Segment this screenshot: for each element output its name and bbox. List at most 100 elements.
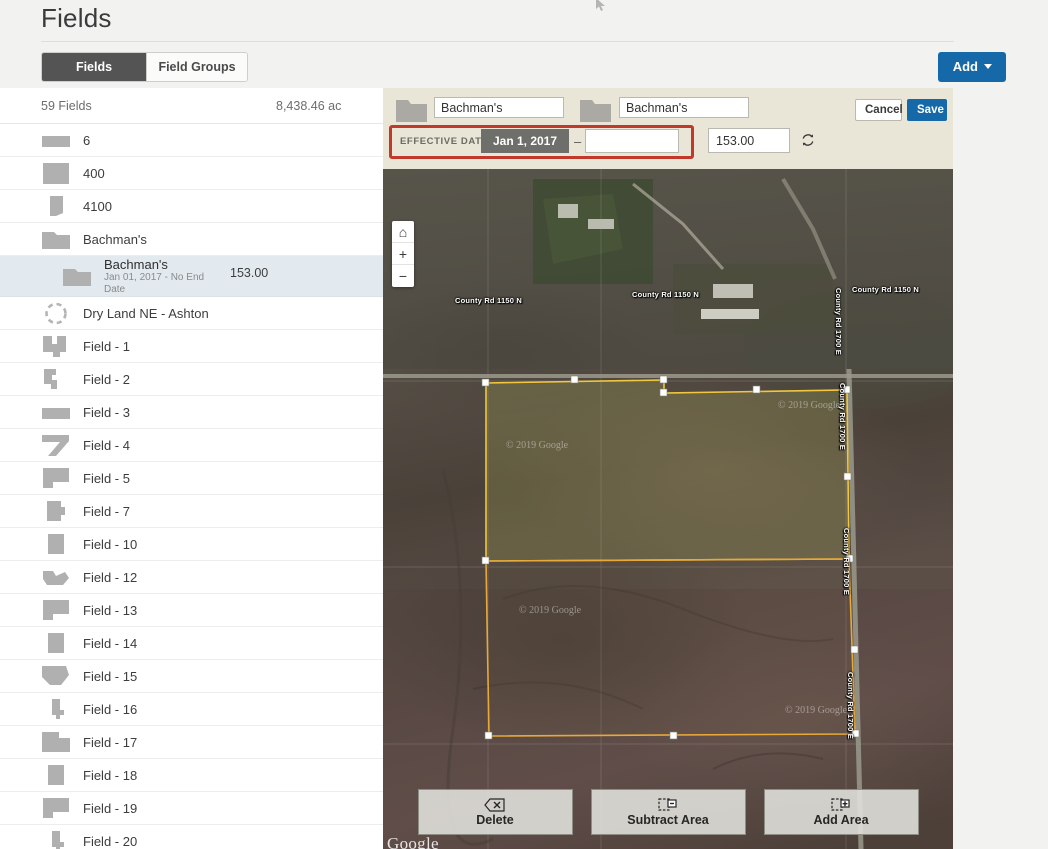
page-header: Fields Fields Field Groups Add (0, 0, 1048, 88)
google-watermark: © 2019 Google (506, 440, 569, 451)
list-item[interactable]: Field - 3 (0, 396, 383, 429)
list-item-label: Field - 4 (83, 437, 130, 453)
list-item-label: Field - 16 (83, 701, 138, 717)
field-shape-icon (41, 500, 71, 523)
add-button-label: Add (952, 59, 978, 74)
list-item-label: Field - 13 (83, 602, 138, 618)
list-item[interactable]: Field - 1 (0, 330, 383, 363)
save-button[interactable]: Save (907, 99, 947, 121)
chevron-down-icon (984, 64, 992, 69)
delete-x-icon (484, 797, 505, 812)
road-label: County Rd 1700 E (842, 528, 851, 595)
map-canvas[interactable]: ⌂ + − County Rd 1150 N County Rd 1150 N Co… (383, 169, 953, 849)
fields-sidebar[interactable]: 59 Fields 8,438.46 ac 6 400 4100 Bachman's B… (0, 88, 383, 849)
delete-button[interactable]: Delete (417, 789, 573, 835)
total-acres: 8,438.46 ac (276, 99, 342, 113)
map-action-bar: Delete Subtract Area Add Area (383, 789, 953, 835)
list-item[interactable]: Field - 18 (0, 759, 383, 792)
field-shape-icon (41, 335, 71, 358)
list-item[interactable]: Field - 4 (0, 429, 383, 462)
subtract-area-icon (658, 797, 677, 811)
field-shape-icon (41, 764, 71, 787)
list-item[interactable]: Field - 5 (0, 462, 383, 495)
home-icon[interactable]: ⌂ (392, 221, 414, 243)
field-shape-icon (41, 698, 71, 721)
list-item[interactable]: Field - 15 (0, 660, 383, 693)
list-item-label: Field - 18 (83, 767, 138, 783)
field-name-input[interactable] (619, 97, 749, 118)
field-shape-icon (62, 265, 92, 288)
list-item[interactable]: Field - 20 (0, 825, 383, 849)
acreage-input[interactable] (708, 128, 790, 153)
list-item[interactable]: 6 (0, 124, 383, 157)
list-item[interactable]: 4100 (0, 190, 383, 223)
list-item[interactable]: 400 (0, 157, 383, 190)
list-item[interactable]: Field - 12 (0, 561, 383, 594)
delete-button-label: Delete (476, 812, 514, 827)
road-label: County Rd 1150 N (852, 285, 919, 294)
road-label: County Rd 1150 N (632, 290, 699, 299)
selected-item-texts: Bachman's Jan 01, 2017 - No End Date (104, 257, 216, 296)
add-area-button-label: Add Area (813, 812, 869, 827)
plus-icon[interactable]: + (392, 243, 414, 265)
add-area-icon (831, 797, 850, 811)
list-item-selected[interactable]: Bachman's Jan 01, 2017 - No End Date 153.0… (0, 256, 383, 297)
field-shape-icon (41, 731, 71, 754)
map-zoom-controls[interactable]: ⌂ + − (392, 221, 414, 287)
list-item-label: 6 (83, 132, 91, 148)
selected-item-label: Bachman's (104, 256, 168, 272)
list-item-label: 400 (83, 165, 105, 181)
tab-fields[interactable]: Fields (42, 53, 147, 81)
cancel-button[interactable]: Cancel (855, 99, 903, 121)
list-item[interactable]: Field - 7 (0, 495, 383, 528)
field-shape-icon (41, 599, 71, 622)
list-item[interactable]: Field - 14 (0, 627, 383, 660)
field-shape-icon (41, 401, 71, 424)
field-shape-icon (41, 302, 71, 325)
map-toolbar: Cancel Save EFFECTIVE DATES Jan 1, 2017 … (383, 88, 953, 169)
list-item[interactable]: Field - 13 (0, 594, 383, 627)
field-shape-icon (41, 632, 71, 655)
start-date-field[interactable]: Jan 1, 2017 (481, 129, 569, 153)
field-shape-icon (41, 797, 71, 820)
view-tabs: Fields Field Groups (41, 52, 248, 82)
list-item[interactable]: Field - 10 (0, 528, 383, 561)
field-shape-icon (41, 467, 71, 490)
minus-icon[interactable]: − (392, 265, 414, 287)
folder-icon (396, 100, 427, 122)
add-area-button[interactable]: Add Area (763, 789, 919, 835)
list-item[interactable]: Dry Land NE - Ashton (0, 297, 383, 330)
list-item[interactable]: Field - 17 (0, 726, 383, 759)
add-button[interactable]: Add (937, 52, 1006, 82)
list-item-label: Field - 3 (83, 404, 130, 420)
list-item[interactable]: Field - 19 (0, 792, 383, 825)
field-group-name-input[interactable] (434, 97, 564, 118)
list-item-label: Field - 20 (83, 833, 138, 849)
list-item-label: Field - 12 (83, 569, 138, 585)
end-date-field[interactable] (585, 129, 679, 153)
road-label: County Rd 1150 N (455, 296, 522, 305)
list-item[interactable]: Bachman's (0, 223, 383, 256)
subtract-area-button-label: Subtract Area (627, 812, 709, 827)
list-item[interactable]: Field - 2 (0, 363, 383, 396)
list-item-label: Field - 15 (83, 668, 138, 684)
folder-icon-secondary (580, 100, 611, 122)
google-watermark: © 2019 Google (785, 705, 848, 716)
tab-field-groups[interactable]: Field Groups (147, 53, 247, 81)
field-shape-icon (41, 228, 71, 251)
list-item-label: Field - 10 (83, 536, 138, 552)
satellite-imagery (383, 169, 953, 849)
selected-item-dates: Jan 01, 2017 - No End Date (104, 271, 205, 295)
list-item-label: Field - 19 (83, 800, 138, 816)
subtract-area-button[interactable]: Subtract Area (590, 789, 746, 835)
list-item[interactable]: Field - 16 (0, 693, 383, 726)
list-item-label: Field - 2 (83, 371, 130, 387)
field-shape-icon (41, 368, 71, 391)
list-item-label: Bachman's (83, 231, 147, 247)
list-item-label: Field - 5 (83, 470, 130, 486)
map-toolbar-top-row: Cancel Save (383, 88, 953, 131)
field-shape-icon (41, 434, 71, 457)
google-watermark: © 2019 Google (519, 605, 582, 616)
field-shape-icon (41, 665, 71, 688)
refresh-icon[interactable] (801, 133, 815, 147)
